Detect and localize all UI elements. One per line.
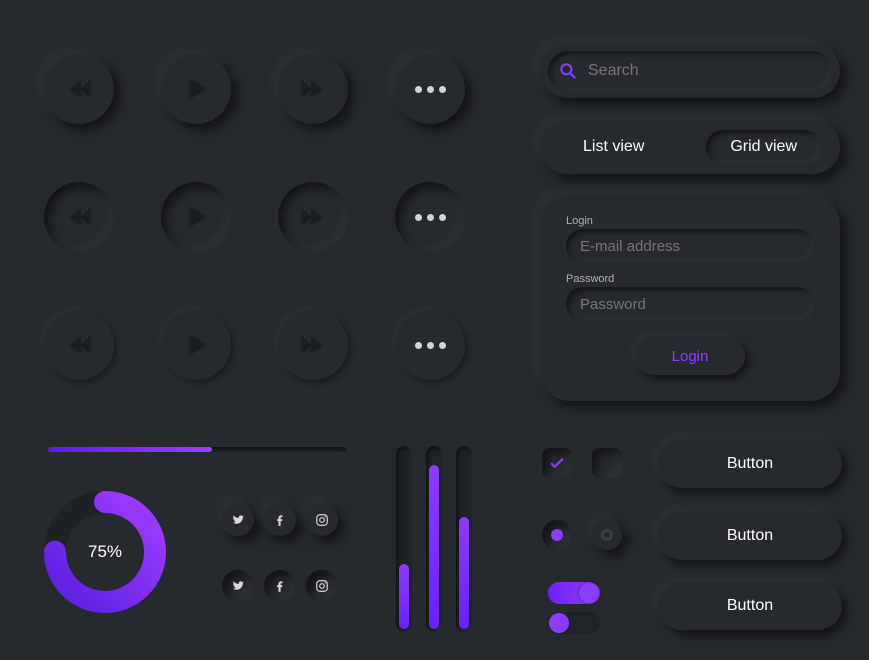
forward-button-flat[interactable] [278, 310, 348, 380]
login-panel: Login Password Login [540, 195, 840, 401]
facebook-icon [273, 513, 287, 527]
instagram-icon [315, 513, 329, 527]
list-view-tab[interactable]: List view [559, 130, 668, 164]
password-label: Password [566, 273, 814, 285]
radio-selected[interactable] [542, 520, 572, 550]
more-icon [415, 214, 446, 221]
twitter-button-pressed[interactable] [222, 570, 254, 602]
play-icon [189, 78, 207, 100]
forward-icon [303, 208, 323, 226]
radio-unselected[interactable] [592, 520, 622, 550]
more-button-flat[interactable] [395, 310, 465, 380]
view-toggle: List view Grid view [540, 120, 840, 174]
rewind-icon [69, 80, 89, 98]
play-button-flat[interactable] [161, 310, 231, 380]
equalizer [396, 442, 486, 632]
instagram-icon [315, 579, 329, 593]
email-field[interactable] [566, 229, 814, 263]
switch-knob [579, 583, 599, 603]
donut-chart: 75% [40, 487, 170, 617]
twitter-icon [231, 579, 245, 593]
login-button[interactable]: Login [635, 337, 745, 375]
rewind-button[interactable] [44, 54, 114, 124]
facebook-button-pressed[interactable] [264, 570, 296, 602]
check-icon [548, 454, 566, 472]
button-1[interactable]: Button [658, 440, 842, 488]
donut-label: 75% [40, 487, 170, 617]
more-button-pressed[interactable] [395, 182, 465, 252]
switch-knob [549, 613, 569, 633]
checkbox-unchecked[interactable] [592, 448, 622, 478]
twitter-button[interactable] [222, 504, 254, 536]
grid-view-tab[interactable]: Grid view [706, 130, 821, 164]
rewind-button-pressed[interactable] [44, 182, 114, 252]
rewind-icon [69, 336, 89, 354]
radio-dot [551, 529, 563, 541]
switch-on-1[interactable] [548, 582, 600, 604]
twitter-icon [231, 513, 245, 527]
forward-button-pressed[interactable] [278, 182, 348, 252]
play-button-pressed[interactable] [161, 182, 231, 252]
password-field[interactable] [566, 287, 814, 321]
more-icon [415, 342, 446, 349]
forward-icon [303, 336, 323, 354]
instagram-button-pressed[interactable] [306, 570, 338, 602]
rewind-icon [69, 208, 89, 226]
search-icon [558, 61, 578, 81]
login-label: Login [566, 215, 814, 227]
play-icon [189, 206, 207, 228]
facebook-button[interactable] [264, 504, 296, 536]
more-button[interactable] [395, 54, 465, 124]
button-3[interactable]: Button [658, 582, 842, 630]
rewind-button-flat[interactable] [44, 310, 114, 380]
switch-on-2[interactable] [548, 612, 600, 634]
search-container [540, 44, 840, 98]
button-2[interactable]: Button [658, 512, 842, 560]
search-input[interactable] [588, 62, 788, 80]
forward-icon [303, 80, 323, 98]
instagram-button[interactable] [306, 504, 338, 536]
facebook-icon [273, 579, 287, 593]
progress-bar[interactable] [48, 447, 346, 452]
eq-slider-2[interactable] [426, 446, 442, 632]
progress-fill [48, 447, 212, 452]
play-button[interactable] [161, 54, 231, 124]
forward-button[interactable] [278, 54, 348, 124]
eq-slider-1[interactable] [396, 446, 412, 632]
radio-ring [601, 529, 613, 541]
more-icon [415, 86, 446, 93]
play-icon [189, 334, 207, 356]
checkbox-checked[interactable] [542, 448, 572, 478]
eq-slider-3[interactable] [456, 446, 472, 632]
